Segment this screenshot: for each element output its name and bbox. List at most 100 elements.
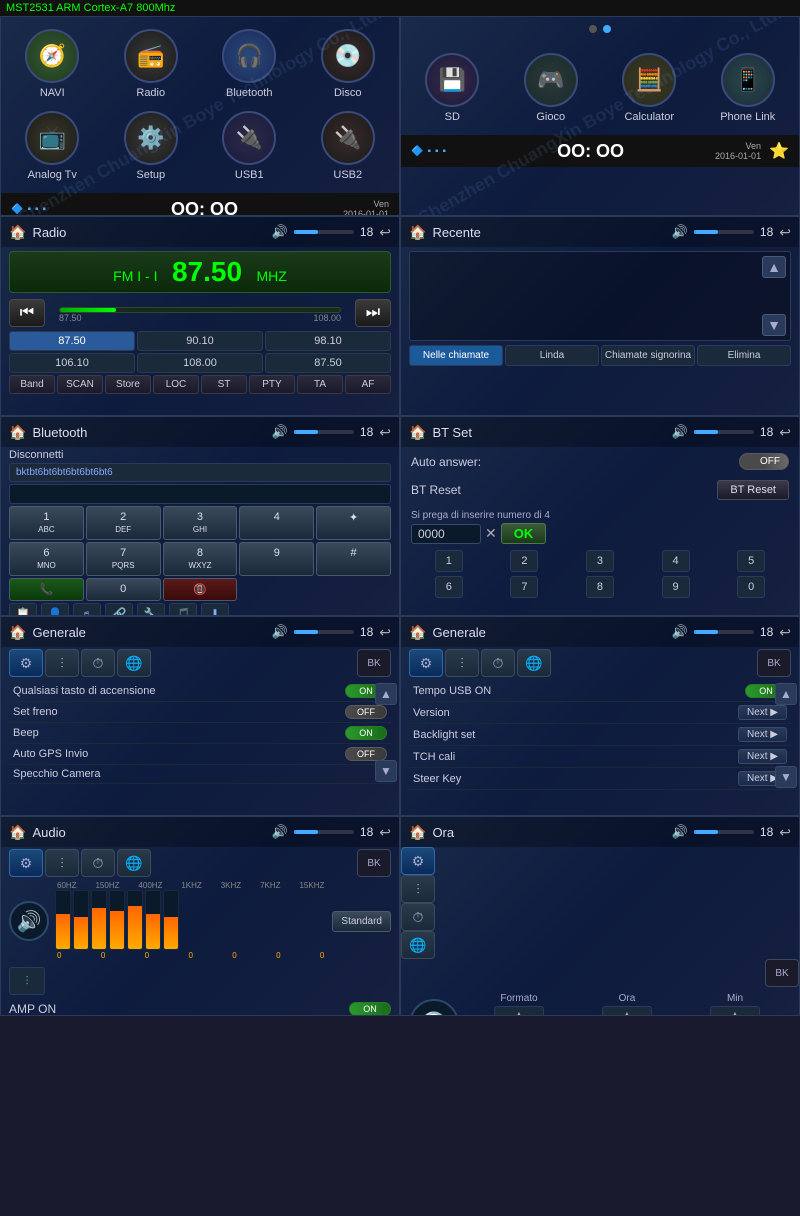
numpad-3[interactable]: 3 [586, 550, 614, 572]
key-endcall[interactable]: 📵 [163, 578, 238, 601]
gen-tab-gear[interactable]: ⚙ [9, 649, 43, 677]
numpad-9[interactable]: 9 [662, 576, 690, 598]
bt-note-btn[interactable]: 🎵 [169, 603, 197, 616]
bt-reset-button[interactable]: BT Reset [717, 480, 789, 500]
settings-scroll-up[interactable]: ▲ [375, 683, 397, 705]
store-btn[interactable]: Store [105, 375, 151, 394]
gen1-back-btn[interactable]: ↩ [379, 624, 391, 641]
key-7[interactable]: 7PQRS [86, 542, 161, 576]
bt-link-btn[interactable]: 🔗 [105, 603, 133, 616]
key-4[interactable]: 4 [239, 506, 314, 540]
preset-btn-5[interactable]: 87.50 [265, 353, 391, 373]
formato-up-btn[interactable]: ▲ [494, 1006, 544, 1016]
audio-tab-bk[interactable]: BK [357, 849, 391, 877]
prev-station-btn[interactable]: ⏮ [9, 299, 45, 327]
audio-tab-gear[interactable]: ⚙ [9, 849, 43, 877]
nav-icon-phonelink[interactable]: 📱 Phone Link [701, 49, 796, 127]
amp-toggle[interactable]: ON [349, 1002, 391, 1016]
eq-band-1k[interactable] [109, 890, 125, 950]
nav-icon-navi[interactable]: 🧭 NAVI [5, 25, 100, 103]
nav-icon-usb2[interactable]: 🔌 USB2 [301, 107, 396, 185]
nav-icon-gioco[interactable]: 🎮 Gioco [504, 49, 599, 127]
gen-tab-bk[interactable]: BK [357, 649, 391, 677]
key-hash[interactable]: # [316, 542, 391, 576]
audio-back-btn[interactable]: ↩ [379, 824, 391, 841]
pin-field[interactable]: 0000 [411, 524, 481, 544]
preset-btn-2[interactable]: 98.10 [265, 331, 391, 351]
audio-tab-globe[interactable]: 🌐 [117, 849, 151, 877]
key-3[interactable]: 3GHI [163, 506, 238, 540]
eq-band-150[interactable] [73, 890, 89, 950]
key-9[interactable]: 9 [239, 542, 314, 576]
nav-icon-sd[interactable]: 💾 SD [405, 49, 500, 127]
af-btn[interactable]: AF [345, 375, 391, 394]
scan-btn[interactable]: SCAN [57, 375, 103, 394]
gen2-scroll-down[interactable]: ▼ [775, 766, 797, 788]
scroll-up-btn[interactable]: ▲ [762, 256, 786, 278]
home-icon-radio[interactable]: 🏠 [9, 224, 26, 241]
pty-btn[interactable]: PTY [249, 375, 295, 394]
key-0[interactable]: 0 [86, 578, 161, 601]
loc-btn[interactable]: LOC [153, 375, 199, 394]
ora-up-btn[interactable]: ▲ [602, 1006, 652, 1016]
numpad-5[interactable]: 5 [737, 550, 765, 572]
key-6[interactable]: 6MNO [9, 542, 84, 576]
preset-btn-0[interactable]: 87.50 [9, 331, 135, 351]
audio-icon-btn[interactable]: ⫶ [9, 967, 45, 995]
eq-band-60[interactable] [55, 890, 71, 950]
numpad-4[interactable]: 4 [662, 550, 690, 572]
tab-linda[interactable]: Linda [505, 345, 599, 366]
nav-icon-radio[interactable]: 📻 Radio [104, 25, 199, 103]
numpad-2[interactable]: 2 [510, 550, 538, 572]
numpad-6[interactable]: 6 [435, 576, 463, 598]
nav-icon-analogtv[interactable]: 📺 Analog Tv [5, 107, 100, 185]
gen2-tab-eq[interactable]: ⫶ [445, 649, 479, 677]
nav-icon-calculator[interactable]: 🧮 Calculator [602, 49, 697, 127]
st-btn[interactable]: ST [201, 375, 247, 394]
bt-back-btn[interactable]: ↩ [379, 424, 391, 441]
nav-icon-usb1[interactable]: 🔌 USB1 [202, 107, 297, 185]
bt-key-btn[interactable]: 🔧 [137, 603, 165, 616]
home-icon-ora[interactable]: 🏠 [409, 824, 426, 841]
gen-tab-globe[interactable]: 🌐 [117, 649, 151, 677]
gen2-tab-clock[interactable]: ⏱ [481, 649, 515, 677]
ok-button[interactable]: OK [501, 523, 547, 544]
eq-band-3k[interactable] [127, 890, 143, 950]
ora-tab-clock[interactable]: ⏱ [401, 903, 435, 931]
ora-tab-gear[interactable]: ⚙ [401, 847, 435, 875]
tab-nelle-chiamate[interactable]: Nelle chiamate [409, 345, 503, 366]
key-2[interactable]: 2DEF [86, 506, 161, 540]
ora-back-btn[interactable]: ↩ [779, 824, 791, 841]
ora-tab-eq[interactable]: ⫶ [401, 875, 435, 903]
nav-icon-bluetooth[interactable]: 🎧 Bluetooth [202, 25, 297, 103]
next-station-btn[interactable]: ⏭ [355, 299, 391, 327]
home-icon-bt[interactable]: 🏠 [9, 424, 26, 441]
gen2-tab-bk[interactable]: BK [757, 649, 791, 677]
preset-btn-1[interactable]: 90.10 [137, 331, 263, 351]
key-1[interactable]: 1ABC [9, 506, 84, 540]
home-icon-recente[interactable]: 🏠 [409, 224, 426, 241]
ora-tab-globe[interactable]: 🌐 [401, 931, 435, 959]
ta-btn[interactable]: TA [297, 375, 343, 394]
numpad-1[interactable]: 1 [435, 550, 463, 572]
numpad-0[interactable]: 0 [737, 576, 765, 598]
scroll-down-btn[interactable]: ▼ [762, 314, 786, 336]
nav-icon-disco[interactable]: 💿 Disco [301, 25, 396, 103]
home-icon-gen2[interactable]: 🏠 [409, 624, 426, 641]
eq-band-7k[interactable] [145, 890, 161, 950]
min-up-btn[interactable]: ▲ [710, 1006, 760, 1016]
numpad-7[interactable]: 7 [510, 576, 538, 598]
key-call[interactable]: 📞 [9, 578, 84, 601]
band-btn[interactable]: Band [9, 375, 55, 394]
key-star[interactable]: ✦ [316, 506, 391, 540]
tab-chiamate-signorina[interactable]: Chiamate signorina [601, 345, 695, 366]
nav-icon-setup[interactable]: ⚙️ Setup [104, 107, 199, 185]
eq-standard-btn[interactable]: Standard [332, 911, 391, 932]
preset-btn-3[interactable]: 106.10 [9, 353, 135, 373]
eq-band-400[interactable] [91, 890, 107, 950]
bt-recent-btn[interactable]: 📋 [9, 603, 37, 616]
home-icon-audio[interactable]: 🏠 [9, 824, 26, 841]
eq-band-15k[interactable] [163, 890, 179, 950]
key-8[interactable]: 8WXYZ [163, 542, 238, 576]
audio-tab-clock[interactable]: ⏱ [81, 849, 115, 877]
